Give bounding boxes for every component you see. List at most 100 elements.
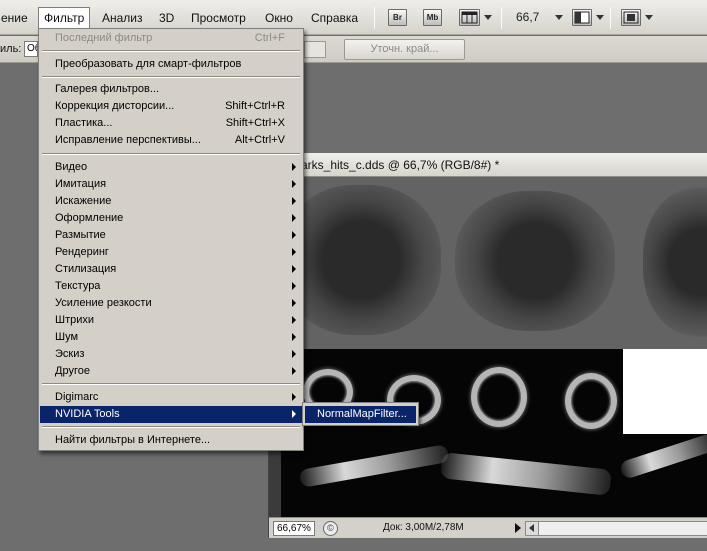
menu-item-shortcut: Ctrl+F: [254, 32, 285, 44]
image-canvas[interactable]: [281, 177, 707, 517]
menu-item-filter-gallery[interactable]: Галерея фильтров...: [40, 81, 302, 98]
menu-item-artistic[interactable]: Имитация: [40, 176, 302, 193]
status-menu-arrow-icon[interactable]: [515, 523, 521, 533]
chevron-down-icon[interactable]: [484, 15, 492, 20]
smoke-sprite: [281, 185, 441, 335]
spark-streak: [440, 452, 612, 496]
menu-item-label: Усиление резкости: [55, 297, 152, 309]
menu-item-last-filter[interactable]: Последний фильтр Ctrl+F: [40, 30, 302, 47]
white-sprite: [623, 349, 707, 434]
toolbar-separator: [610, 7, 611, 29]
menu-item-label: Видео: [55, 161, 88, 173]
toolbar-separator: [374, 7, 375, 29]
menu-item-video[interactable]: Видео: [40, 159, 302, 176]
menu-item-vanishing-point[interactable]: Исправление перспективы... Alt+Ctrl+V: [40, 132, 302, 149]
menu-separator: [42, 153, 300, 155]
submenu-arrow-icon: [292, 248, 296, 256]
menu-view[interactable]: Просмотр: [186, 8, 251, 28]
submenu-arrow-icon: [292, 265, 296, 273]
zoom-level[interactable]: 66,7: [516, 10, 539, 24]
chevron-down-icon[interactable]: [645, 15, 653, 20]
layout-icon: [574, 11, 590, 24]
arrange-documents-button[interactable]: [572, 9, 592, 26]
menu-filter[interactable]: Фильтр: [38, 7, 91, 29]
document-info: Док: 3,00M/2,78M: [383, 522, 464, 533]
grid-icon: [461, 11, 478, 24]
menu-item-label: Штрихи: [55, 314, 95, 326]
menu-edit[interactable]: ение: [0, 8, 33, 28]
bridge-button[interactable]: Br: [388, 9, 407, 26]
submenu-arrow-icon: [292, 231, 296, 239]
menu-item-label: Рендеринг: [55, 246, 109, 258]
spark-streak: [618, 431, 707, 481]
menu-item-sharpen[interactable]: Усиление резкости: [40, 295, 302, 312]
submenu-arrow-icon: [292, 367, 296, 375]
submenu-arrow-icon: [292, 299, 296, 307]
refine-edge-button[interactable]: Уточн. край...: [344, 39, 465, 60]
submenu-arrow-icon: [292, 163, 296, 171]
menu-item-label: Последний фильтр: [55, 32, 153, 44]
menu-help[interactable]: Справка: [306, 8, 363, 28]
menu-item-label: Размытие: [55, 229, 106, 241]
menu-item-label: Текстура: [55, 280, 101, 292]
menu-separator: [42, 426, 300, 428]
document-tab[interactable]: arks_hits_c.dds @ 66,7% (RGB/8#) *: [269, 153, 707, 177]
menu-item-label: Оформление: [55, 212, 124, 224]
menu-item-label: Пластика...: [55, 117, 113, 129]
menu-analysis[interactable]: Анализ: [97, 8, 148, 28]
submenu-arrow-icon: [292, 410, 296, 418]
menu-item-other[interactable]: Другое: [40, 363, 302, 380]
menu-item-pixelate[interactable]: Оформление: [40, 210, 302, 227]
menu-item-lens-correction[interactable]: Коррекция дисторсии... Shift+Ctrl+R: [40, 98, 302, 115]
status-bar: 66,67% © Док: 3,00M/2,78M: [269, 517, 707, 538]
smoke-texture-area: [281, 177, 707, 349]
menu-item-convert-smart-filters[interactable]: Преобразовать для смарт-фильтров: [40, 56, 302, 73]
submenu-arrow-icon: [292, 333, 296, 341]
filter-menu: Последний фильтр Ctrl+F Преобразовать дл…: [38, 28, 304, 451]
menu-item-normalmap-filter[interactable]: NormalMapFilter...: [305, 406, 416, 423]
scroll-left-button[interactable]: [526, 522, 539, 535]
view-extras-button[interactable]: [459, 9, 480, 26]
menu-item-label: Шум: [55, 331, 79, 343]
menu-item-render[interactable]: Рендеринг: [40, 244, 302, 261]
menu-item-label: Стилизация: [55, 263, 117, 275]
menu-item-texture[interactable]: Текстура: [40, 278, 302, 295]
horizontal-scrollbar[interactable]: [525, 521, 707, 536]
chevron-down-icon[interactable]: [596, 15, 604, 20]
menu-item-label: NVIDIA Tools: [55, 408, 120, 420]
menu-3d[interactable]: 3D: [154, 8, 179, 28]
menu-item-noise[interactable]: Шум: [40, 329, 302, 346]
menu-item-label: Исправление перспективы...: [55, 134, 201, 146]
zoom-field[interactable]: 66,67%: [273, 521, 315, 536]
height-field[interactable]: [304, 41, 326, 58]
menu-item-stylize[interactable]: Стилизация: [40, 261, 302, 278]
menu-separator: [42, 76, 300, 78]
menu-item-label: Эскиз: [55, 348, 85, 360]
menu-item-label: Digimarc: [55, 391, 99, 403]
menu-item-nvidia-tools[interactable]: NVIDIA Tools: [40, 406, 302, 423]
menu-item-label: Галерея фильтров...: [55, 83, 160, 95]
menu-item-label: Другое: [55, 365, 90, 377]
menu-separator: [42, 50, 300, 52]
menu-item-brush-strokes[interactable]: Штрихи: [40, 312, 302, 329]
menu-item-digimarc[interactable]: Digimarc: [40, 389, 302, 406]
style-field[interactable]: Об: [24, 41, 38, 57]
screen-mode-icon: [623, 11, 639, 24]
chevron-down-icon[interactable]: [555, 15, 563, 20]
menu-item-browse-filters-online[interactable]: Найти фильтры в Интернете...: [40, 432, 302, 449]
submenu-arrow-icon: [292, 180, 296, 188]
document-window: arks_hits_c.dds @ 66,7% (RGB/8#) * 66,67…: [268, 153, 707, 538]
menu-item-liquify[interactable]: Пластика... Shift+Ctrl+X: [40, 115, 302, 132]
menu-item-distort[interactable]: Искажение: [40, 193, 302, 210]
submenu-arrow-icon: [292, 316, 296, 324]
smoke-sprite: [643, 187, 707, 337]
screen-mode-button[interactable]: [621, 9, 641, 26]
menu-item-blur[interactable]: Размытие: [40, 227, 302, 244]
menu-window[interactable]: Окно: [260, 8, 298, 28]
submenu-arrow-icon: [292, 214, 296, 222]
toolbar-separator: [501, 7, 502, 29]
status-icon[interactable]: ©: [323, 521, 338, 536]
menu-item-sketch[interactable]: Эскиз: [40, 346, 302, 363]
submenu-arrow-icon: [292, 197, 296, 205]
minibridge-button[interactable]: Mb: [423, 9, 442, 26]
